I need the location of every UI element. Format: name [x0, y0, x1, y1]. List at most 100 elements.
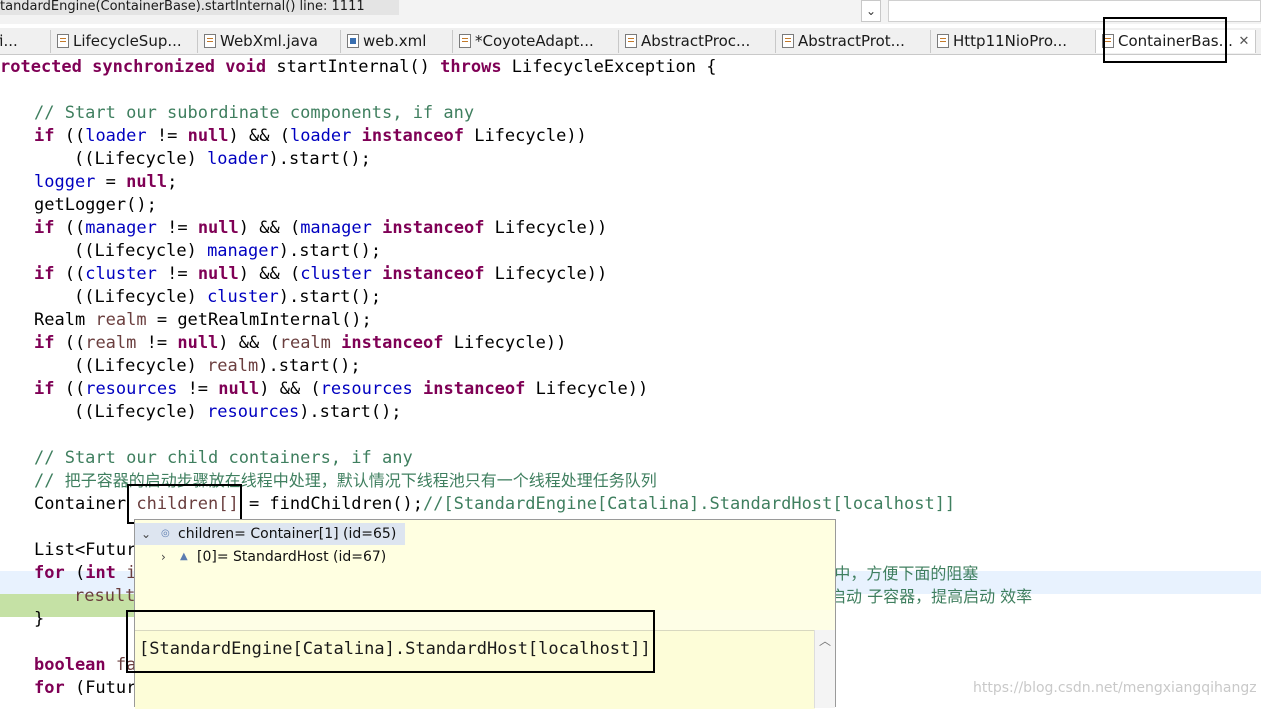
code-token: ).start();	[268, 149, 371, 169]
code-token: cluster	[207, 287, 279, 307]
code-token: Lifecycle))	[494, 264, 608, 284]
code-token: null	[177, 333, 219, 353]
tab-label: ContainerBas...	[1118, 32, 1233, 50]
tab-label: AbstractProt...	[798, 32, 905, 50]
code-token: if	[34, 379, 65, 399]
tab-label: AbstractProc...	[641, 32, 751, 50]
code-token: resources	[85, 379, 178, 399]
tab-label: Http11NioPro...	[953, 32, 1068, 50]
code-line: for (int i	[34, 562, 136, 585]
chevron-down-icon[interactable]: ⌄	[141, 523, 151, 545]
code-comment-cn: 把子容器的启动步骤放在线程中处理，默认情况下线程池只有一个线程处理任务队列	[64, 471, 657, 490]
variable-children[interactable]: children[]	[136, 494, 238, 514]
close-icon[interactable]: ✕	[1233, 30, 1255, 53]
code-line: List<Futur	[34, 539, 136, 562]
code-line: // Start our child containers, if any	[34, 447, 413, 470]
code-token: if	[34, 126, 65, 146]
tab-coyoteadapter[interactable]: *CoyoteAdapt...	[453, 30, 619, 53]
tab-web-xml[interactable]: web.xml	[341, 30, 453, 53]
watermark: https://blog.csdn.net/mengxiangqihangz	[973, 680, 1257, 696]
code-token: }	[34, 609, 45, 629]
code-line: Container children[] = findChildren();//…	[34, 493, 955, 516]
code-token: int	[85, 563, 127, 583]
code-token: instanceof	[412, 379, 536, 399]
code-token: ).start();	[258, 356, 361, 376]
code-token: ((Lifecycle)	[74, 149, 208, 169]
chevron-down-icon[interactable]: ⌄	[861, 0, 881, 22]
code-token: ((	[64, 218, 86, 238]
code-token: manager	[207, 241, 279, 261]
code-comment-cn: 启动 子容器，提高启动 效率	[830, 587, 1033, 606]
code-token: null	[197, 264, 239, 284]
code-token: manager	[85, 218, 157, 238]
code-token: Container	[34, 494, 137, 514]
code-line: // Start our subordinate components, if …	[34, 102, 474, 125]
tab-http11nioprotocol[interactable]: Http11NioPro...	[931, 30, 1096, 53]
code-token: cluster	[300, 264, 372, 284]
code-token: loader	[207, 149, 269, 169]
tab-lifecyclesupport[interactable]: LifecycleSup...	[51, 30, 198, 53]
tree-row-children[interactable]: ⌄ ◎ children= Container[1] (id=65)	[135, 523, 405, 545]
code-comment: //[StandardEngine[Catalina].StandardHost…	[422, 494, 956, 514]
code-token: Lifecycle))	[453, 333, 567, 353]
tab-label: web.xml	[363, 32, 427, 50]
array-element-icon: ▲	[180, 551, 188, 562]
code-token: if	[34, 264, 65, 284]
tab-containerbase[interactable]: ContainerBas... ✕	[1096, 30, 1256, 53]
code-token: (Futur	[74, 678, 137, 698]
code-token: null	[126, 172, 168, 192]
code-comment-cn: s中，方便下面的阻塞	[826, 564, 979, 583]
code-token: Lifecycle))	[474, 126, 587, 146]
java-file-icon	[459, 34, 471, 48]
code-token: Lifecycle))	[494, 218, 608, 238]
variable-tree[interactable]: ⌄ ◎ children= Container[1] (id=65) › ▲ […	[135, 520, 835, 610]
code-token: instanceof	[351, 126, 475, 146]
code-line: ((Lifecycle) cluster).start();	[74, 286, 381, 309]
code-line: if ((cluster != null) && (cluster instan…	[34, 263, 607, 286]
tree-row-element-0[interactable]: › ▲ [0]= StandardHost (id=67)	[135, 546, 535, 568]
scrollbar[interactable]: ︿	[814, 630, 835, 708]
code-token: realm	[207, 356, 259, 376]
code-line: boolean fa	[34, 654, 136, 677]
code-token: ((Lifecycle)	[74, 287, 208, 307]
code-line: // 把子容器的启动步骤放在线程中处理，默认情况下线程池只有一个线程处理任务队列	[34, 469, 657, 492]
value-detail-pane[interactable]: [StandardEngine[Catalina].StandardHost[l…	[135, 630, 815, 709]
code-token: if	[34, 333, 65, 353]
java-file-icon	[1102, 34, 1114, 48]
chevron-up-icon[interactable]: ︿	[819, 632, 831, 649]
code-token: ((	[64, 333, 86, 353]
code-line: logger = null;	[34, 171, 177, 194]
code-token: ;	[167, 172, 178, 192]
code-token: logger	[34, 172, 96, 192]
code-token: if	[34, 218, 65, 238]
chevron-right-icon[interactable]: ›	[161, 546, 166, 568]
tab-file-0[interactable]: fi...	[0, 30, 51, 53]
code-token: = findChildren();	[238, 494, 423, 514]
code-token: ).start();	[278, 241, 382, 261]
breadcrumb-field[interactable]	[888, 0, 1261, 22]
code-line: ((Lifecycle) loader).start();	[74, 148, 371, 171]
code-token: realm	[85, 333, 137, 353]
tab-webxml-java[interactable]: WebXml.java	[198, 30, 341, 53]
code-line: Realm realm = getRealmInternal();	[34, 309, 372, 332]
code-token: resources	[207, 402, 300, 422]
code-token: boolean	[34, 655, 116, 675]
code-token: instanceof	[371, 218, 495, 238]
code-token: ) && (	[218, 333, 280, 353]
tab-abstractprotocol[interactable]: AbstractProt...	[776, 30, 931, 53]
code-token: null	[197, 218, 239, 238]
tab-abstractprocessor[interactable]: AbstractProc...	[619, 30, 776, 53]
code-line: rotected synchronized void startInternal…	[0, 56, 717, 79]
debug-hover-popup[interactable]: ⌄ ◎ children= Container[1] (id=65) › ▲ […	[134, 519, 836, 709]
code-token: ((	[64, 264, 86, 284]
code-token: !=	[156, 218, 198, 238]
tab-label: LifecycleSup...	[73, 32, 182, 50]
code-token: ) && (	[228, 126, 290, 146]
code-token: ) && (	[259, 379, 321, 399]
code-token: ) && (	[238, 218, 301, 238]
breadcrumb[interactable]: tandardEngine(ContainerBase).startIntern…	[0, 0, 399, 15]
code-token: Lifecycle))	[535, 379, 649, 399]
code-line: if ((manager != null) && (manager instan…	[34, 217, 607, 240]
java-file-icon	[937, 34, 949, 48]
code-token: ) && (	[238, 264, 301, 284]
